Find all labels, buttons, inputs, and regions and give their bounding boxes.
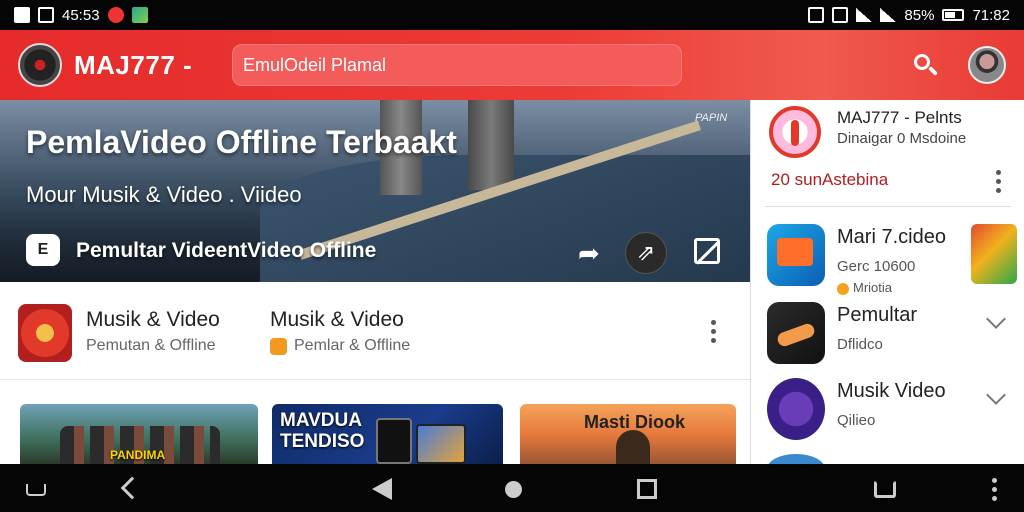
more-icon (992, 478, 997, 483)
list-item-subtitle: Dflidco (837, 336, 883, 353)
thumbnail-row: PANDIMA MAVDUA TENDISO Masti Diook (0, 404, 750, 464)
chevron-left-icon (120, 476, 144, 500)
status-bar: 45:53 85% 71:82 (0, 0, 1024, 30)
share-icon: ➦ (578, 238, 600, 268)
list-item-title: Mari 7.cideo (837, 226, 946, 248)
video-thumbnail[interactable]: MAVDUA TENDISO (272, 404, 503, 464)
home-icon (505, 481, 522, 498)
panel-subtitle: Dinaigar 0 Msdoine (837, 130, 967, 147)
panel-more-button[interactable] (995, 170, 1001, 196)
triangle-back-icon (372, 478, 392, 500)
notification-icon (14, 7, 30, 23)
video-thumbnail[interactable]: Masti Diook (520, 404, 736, 464)
list-item[interactable]: Mari 7.cideo Gerc 10600 Mriotia (751, 220, 1024, 295)
battery-percent: 85% (904, 6, 935, 24)
app-icon (767, 302, 825, 364)
app-notification-icon (107, 7, 124, 23)
search-button[interactable] (912, 52, 940, 80)
app-bar: MAJ777 - EmulOdeil Plamal (0, 30, 1024, 100)
status-time-left: 45:53 (62, 6, 100, 24)
hero-tag: PAPIN (695, 112, 728, 124)
chevron-down-icon[interactable] (986, 309, 1006, 329)
share-button[interactable]: ➦ (578, 240, 600, 266)
list-item-title[interactable]: Musik & Video (86, 308, 220, 332)
list-item-title: Musik Video (837, 380, 946, 402)
hero-title: PemlaVideo Offline Terbaakt (26, 124, 457, 160)
list-item-subtitle: Qilieo (837, 412, 876, 429)
app-icon (767, 378, 825, 440)
list-item[interactable]: Pemultar Dflidco (751, 298, 1024, 372)
recents-icon (637, 479, 657, 499)
list-item-subtitle: Pemutan & Offline (86, 337, 216, 354)
rating-text: 20 sunAstebina (771, 170, 889, 189)
tray-icon (26, 484, 46, 496)
hero-banner[interactable]: PemlaVideo Offline Terbaakt Mour Musik &… (0, 100, 750, 282)
nav-back-button[interactable] (368, 474, 398, 504)
list-item-subtitle: Pemlar & Offline (294, 337, 411, 354)
cast-button[interactable]: ⇗ (625, 232, 667, 274)
thumbnail-label: MAVDUA TENDISO (280, 410, 365, 452)
signal-icon (880, 8, 897, 22)
list-item-meta: Mriotia (853, 280, 893, 295)
divider (765, 206, 1011, 207)
list-item[interactable]: Musik Video Qilieo (751, 374, 1024, 448)
category-icon (270, 338, 287, 355)
list-item-title: Pemultar (837, 304, 918, 326)
expand-button[interactable] (694, 238, 720, 264)
channel-logo-icon[interactable] (769, 106, 821, 158)
star-icon (837, 282, 849, 295)
list-item-title[interactable]: Musik & Video (270, 308, 404, 332)
app-logo-icon[interactable] (18, 43, 62, 87)
more-options-button[interactable] (710, 320, 716, 346)
hero-footer-text: Pemultar VideentVideo Offline (76, 239, 377, 262)
user-avatar[interactable] (968, 46, 1006, 84)
chevron-down-icon[interactable] (986, 385, 1006, 405)
list-item-subtitle: Gerc 10600 (837, 258, 916, 275)
vibrate-icon (808, 7, 825, 23)
app-badge-icon: E (26, 234, 60, 266)
search-input[interactable]: EmulOdeil Plamal (232, 44, 682, 86)
cast-icon: ⇗ (636, 240, 656, 265)
panel-title: MAJ777 - Pelnts (837, 108, 962, 127)
home-button[interactable] (498, 474, 528, 504)
recents-button[interactable] (632, 474, 662, 504)
app-icon (767, 224, 825, 286)
status-time-right: 71:82 (972, 6, 1010, 24)
app-title: MAJ777 - (74, 49, 193, 80)
navigation-bar (0, 464, 1024, 512)
battery-icon (942, 9, 965, 21)
back-button[interactable] (116, 474, 146, 504)
photos-icon (131, 7, 148, 23)
menu-button[interactable] (22, 474, 52, 504)
nfc-icon (832, 7, 849, 23)
app-icon[interactable] (971, 224, 1017, 284)
rotate-button[interactable] (870, 474, 900, 504)
overflow-button[interactable] (980, 474, 1010, 504)
gallery-icon (38, 7, 54, 23)
app-icon[interactable] (18, 304, 72, 362)
wifi-icon (856, 8, 873, 22)
video-thumbnail[interactable]: PANDIMA (20, 404, 258, 464)
hero-subtitle: Mour Musik & Video . Viideo (26, 182, 302, 207)
thumbnail-label: PANDIMA (110, 448, 166, 462)
side-panel: MAJ777 - Pelnts Dinaigar 0 Msdoine 20 su… (750, 100, 1024, 464)
rotate-icon (874, 480, 896, 498)
main-content: Musik & Video Pemutan & Offline Musik & … (0, 282, 750, 464)
app-icon[interactable] (767, 454, 825, 464)
featured-row: Musik & Video Pemutan & Offline Musik & … (0, 282, 750, 380)
